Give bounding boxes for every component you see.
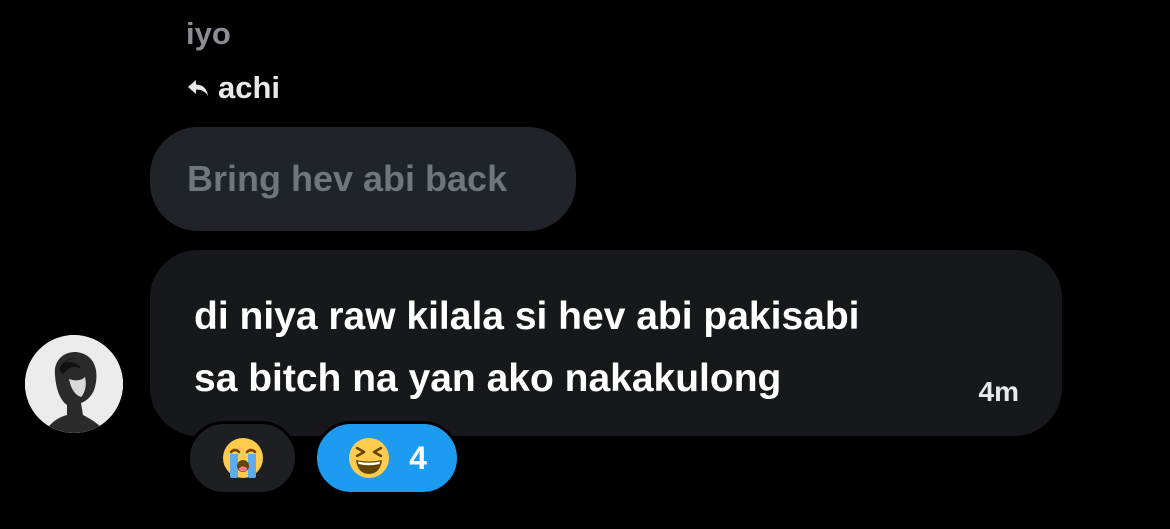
reaction-count: 4 [409, 439, 427, 476]
message-timestamp: 4m [978, 376, 1019, 407]
reply-arrow-icon [186, 76, 210, 100]
message-line: sa bitch na yan ako nakakulong [194, 357, 782, 400]
quoted-message-text: Bring hev abi back [187, 158, 508, 199]
reply-to-name: achi [218, 70, 281, 105]
profile-photo-icon [25, 335, 123, 433]
reply-indicator: achi [186, 68, 280, 108]
sender-name: iyo [186, 16, 231, 51]
message-bubble[interactable]: di niya raw kilala si hev abi pakisabi s… [150, 250, 1062, 436]
loudly-crying-face-icon [221, 436, 265, 480]
grinning-squinting-face-icon [347, 436, 391, 480]
message-line: di niya raw kilala si hev abi pakisabi [194, 295, 860, 338]
reaction-crying[interactable] [187, 421, 298, 495]
avatar[interactable] [25, 335, 123, 433]
quoted-message-bubble[interactable]: Bring hev abi back [150, 127, 576, 231]
message-text: di niya raw kilala si hev abi pakisabi s… [194, 286, 1024, 410]
reaction-laughing[interactable]: 4 [314, 421, 460, 495]
